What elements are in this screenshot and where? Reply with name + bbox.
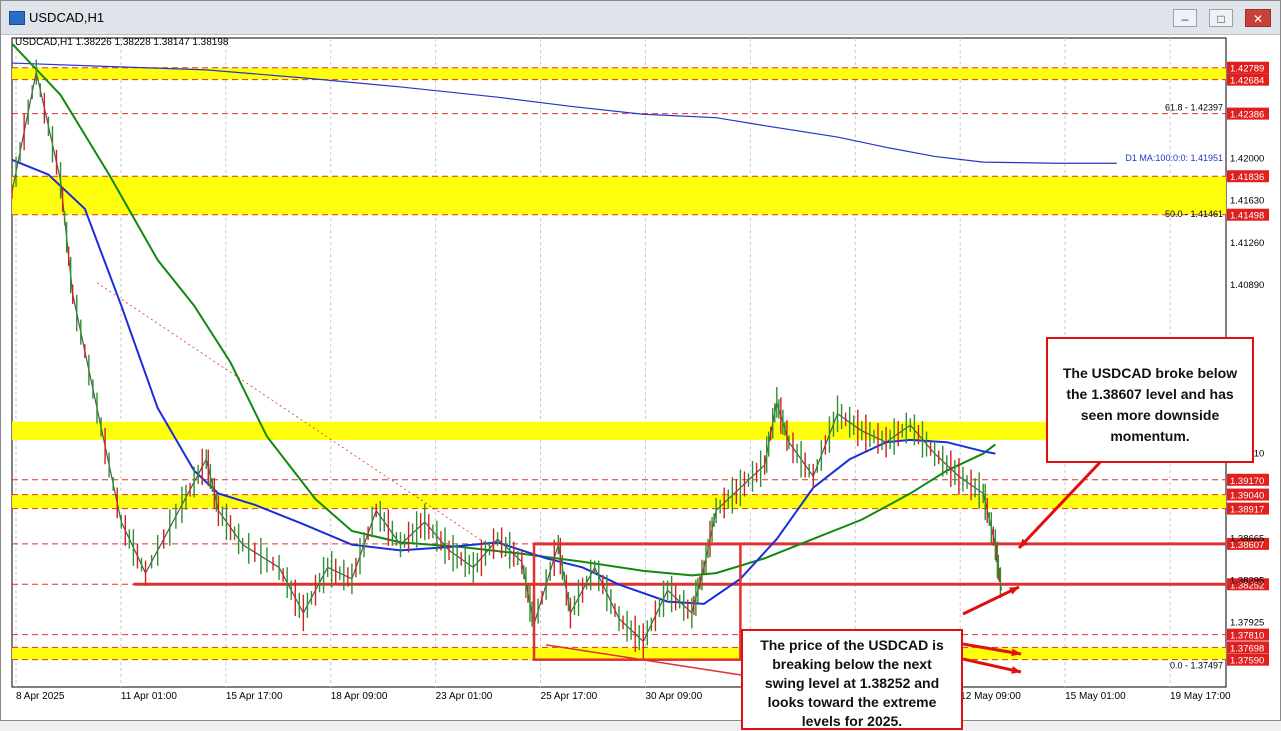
price-label: 1.37810 [1230, 631, 1264, 642]
window-title: USDCAD,H1 [29, 10, 105, 25]
annotation-callout-swing-level: The price of the USDCAD is breaking belo… [741, 629, 963, 730]
series-label: D1 MA:100:0:0: 1.41951 [1125, 153, 1223, 163]
y-tick-label: 1.37925 [1230, 618, 1264, 629]
price-label: 1.37698 [1230, 643, 1264, 654]
price-chart[interactable]: 8 Apr 2025 11 Apr 01:00 15 Apr 17:00 18 Apr… [1, 34, 1280, 730]
yellow-zone [12, 421, 1226, 440]
price-label: 1.42684 [1230, 76, 1264, 87]
x-tick-label: 11 Apr 01:00 [121, 691, 177, 702]
price-label: 1.42789 [1230, 64, 1264, 75]
x-tick-label: 15 Apr 17:00 [226, 691, 283, 702]
price-label: 1.39170 [1230, 476, 1264, 487]
y-tick-label: 1.41260 [1230, 238, 1264, 249]
x-tick-label: 12 May 09:00 [960, 691, 1021, 702]
chart-window-icon [9, 11, 25, 25]
y-tick-label: 1.40890 [1230, 280, 1264, 291]
price-label: 1.41836 [1230, 172, 1264, 183]
fib-level-label: 50.0 - 1.41461 [1165, 209, 1223, 219]
y-tick-label: 1.41630 [1230, 196, 1264, 207]
price-label: 1.41498 [1230, 211, 1264, 222]
price-label: 1.37590 [1230, 656, 1264, 667]
minimize-button[interactable]: – [1173, 9, 1197, 27]
yellow-zone [12, 647, 1226, 660]
maximize-button[interactable]: □ [1209, 9, 1233, 27]
x-tick-label: 19 May 17:00 [1170, 691, 1231, 702]
x-tick-label: 18 Apr 09:00 [331, 691, 388, 702]
ohlc-header: USDCAD,H1 1.38226 1.38228 1.38147 1.3819… [15, 37, 229, 48]
y-tick-label: 1.38665 [1230, 533, 1264, 544]
price-label: 1.39040 [1230, 491, 1264, 502]
x-tick-label: 15 May 01:00 [1065, 691, 1126, 702]
fib-level-label: 61.8 - 1.42397 [1165, 102, 1223, 112]
x-tick-label: 8 Apr 2025 [16, 691, 65, 702]
y-tick-label: 1.38295 [1230, 575, 1264, 586]
fib-level-label: 0.0 - 1.37497 [1170, 660, 1223, 670]
close-button[interactable]: ✕ [1245, 9, 1271, 27]
grid [11, 37, 1227, 688]
y-tick-label: 1.42000 [1230, 154, 1264, 165]
plot-area [11, 37, 1227, 688]
annotation-callout-break-level: The USDCAD broke below the 1.38607 level… [1046, 337, 1254, 463]
x-tick-label: 25 Apr 17:00 [541, 691, 598, 702]
price-label: 1.42386 [1230, 110, 1264, 121]
yellow-zone [12, 176, 1226, 215]
chart-window: USDCAD,H1 – □ ✕ 8 Apr 2025 11 Apr 01:00 15… [0, 0, 1281, 730]
title-bar: USDCAD,H1 – □ ✕ [1, 1, 1280, 35]
price-label: 1.38917 [1230, 505, 1264, 516]
x-tick-label: 23 Apr 01:00 [436, 691, 493, 702]
x-tick-label: 30 Apr 09:00 [645, 691, 702, 702]
